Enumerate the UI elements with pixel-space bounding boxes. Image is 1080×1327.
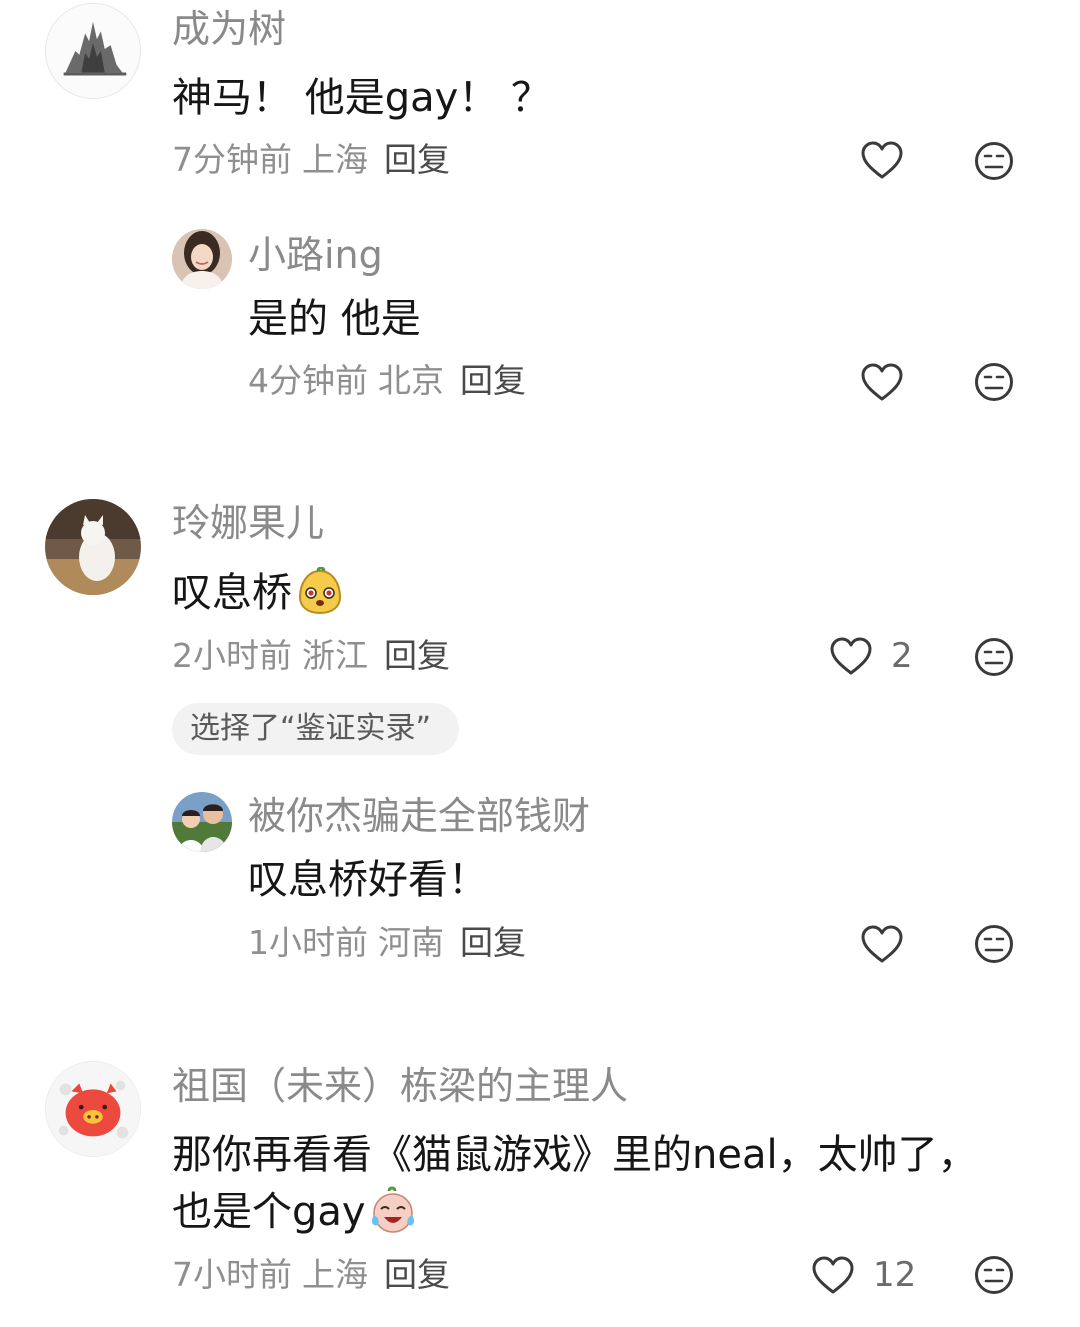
- meh-face-icon: [975, 925, 1013, 963]
- dislike-button[interactable]: [974, 637, 1014, 677]
- comment-text: 神马！ 他是gay！ ？: [172, 75, 552, 121]
- comment-text: 叹息桥好看！: [248, 857, 488, 903]
- comment-time: 7小时前: [172, 1255, 292, 1294]
- avatar[interactable]: [45, 499, 141, 595]
- like-count: 12: [873, 1255, 917, 1295]
- avatar[interactable]: [45, 1061, 141, 1157]
- heart-outline-icon: [861, 141, 903, 179]
- avatar[interactable]: [172, 792, 232, 852]
- comment-meta: 1小时前 河南 回复: [248, 926, 526, 959]
- meh-face-icon: [975, 142, 1013, 180]
- comment-time: 4分钟前: [248, 361, 368, 400]
- meh-face-icon: [975, 638, 1013, 676]
- comment-location: 浙江: [302, 636, 368, 675]
- reply-button[interactable]: 回复: [384, 1255, 450, 1294]
- comment-meta: 7分钟前 上海 回复: [172, 143, 450, 176]
- username[interactable]: 被你杰骗走全部钱财: [248, 797, 590, 835]
- like-button[interactable]: [860, 140, 904, 180]
- username[interactable]: 玲娜果儿: [172, 504, 324, 542]
- comment-text: 是的 他是: [248, 296, 421, 342]
- dislike-button[interactable]: [974, 141, 1014, 181]
- selection-tag[interactable]: 选择了“鉴证实录”: [172, 703, 460, 755]
- comment-meta: 2小时前 浙江 回复: [172, 639, 450, 672]
- avatar[interactable]: [45, 3, 141, 99]
- reply-button[interactable]: 回复: [460, 361, 526, 400]
- comment-time: 2小时前: [172, 636, 292, 675]
- comment-text-body: 也是个gay: [172, 1189, 366, 1235]
- reply-button[interactable]: 回复: [460, 923, 526, 962]
- like-count: 2: [891, 636, 913, 676]
- like-button[interactable]: [860, 924, 904, 964]
- meh-face-icon: [975, 1256, 1013, 1294]
- crying-laugh-emoji: [368, 1185, 418, 1235]
- reply-button[interactable]: 回复: [384, 636, 450, 675]
- like-button[interactable]: 12: [811, 1255, 916, 1295]
- yellow-face-emoji: [296, 566, 344, 615]
- dislike-button[interactable]: [974, 1255, 1014, 1295]
- comment-meta: 7小时前 上海 回复: [172, 1258, 450, 1291]
- avatar[interactable]: [172, 229, 232, 289]
- meh-face-icon: [975, 363, 1013, 401]
- like-button[interactable]: 2: [829, 636, 913, 676]
- username[interactable]: 成为树: [172, 10, 286, 48]
- comment-text-line: 也是个gay: [172, 1184, 418, 1240]
- username[interactable]: 祖国（未来）栋梁的主理人: [172, 1067, 628, 1105]
- like-button[interactable]: [860, 362, 904, 402]
- username[interactable]: 小路ing: [248, 236, 383, 274]
- comment-time: 7分钟前: [172, 140, 292, 179]
- comment-location: 河南: [378, 923, 444, 962]
- heart-outline-icon: [861, 363, 903, 401]
- comment-text-line: 那你再看看《猫鼠游戏》里的neal，太帅了，: [172, 1132, 978, 1178]
- comment-location: 北京: [378, 361, 444, 400]
- reply-button[interactable]: 回复: [384, 140, 450, 179]
- dislike-button[interactable]: [974, 362, 1014, 402]
- comment-text-body: 叹息桥: [172, 570, 292, 616]
- comment-meta: 4分钟前 北京 回复: [248, 364, 526, 397]
- comment-location: 上海: [302, 140, 368, 179]
- heart-outline-icon: [861, 925, 903, 963]
- comment-location: 上海: [302, 1255, 368, 1294]
- heart-outline-icon: [812, 1256, 854, 1294]
- dislike-button[interactable]: [974, 924, 1014, 964]
- comment-text: 叹息桥: [172, 565, 344, 621]
- comment-time: 1小时前: [248, 923, 368, 962]
- heart-outline-icon: [830, 637, 872, 675]
